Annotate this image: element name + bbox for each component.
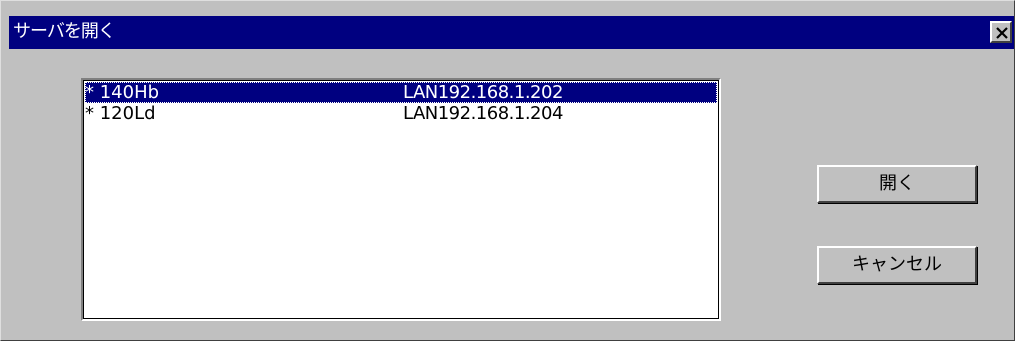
server-list-item[interactable]: * 140Hb LAN192.168.1.202	[85, 82, 717, 103]
server-listbox[interactable]: * 140Hb LAN192.168.1.202 * 120Ld LAN192.…	[81, 78, 721, 321]
server-list-item[interactable]: * 120Ld LAN192.168.1.204	[85, 103, 717, 124]
title-bar[interactable]: サーバを開く	[9, 16, 1014, 49]
close-x-icon	[996, 27, 1008, 39]
open-server-dialog: サーバを開く * 140Hb LAN192.168.1.202 * 120Ld …	[0, 0, 1015, 341]
dialog-title: サーバを開く	[13, 21, 116, 42]
open-button[interactable]: 開く	[817, 165, 977, 203]
cancel-button[interactable]: キャンセル	[817, 246, 977, 284]
server-address: LAN192.168.1.204	[403, 103, 563, 124]
server-name: * 140Hb	[85, 82, 160, 103]
close-button[interactable]	[990, 21, 1012, 43]
server-name: * 120Ld	[85, 103, 156, 124]
server-address: LAN192.168.1.202	[403, 82, 563, 103]
